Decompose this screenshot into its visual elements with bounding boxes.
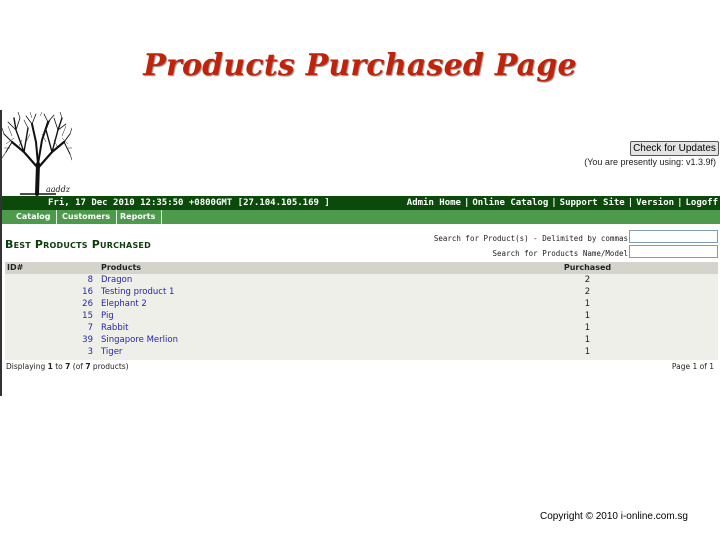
check-for-updates-button[interactable]: Check for Updates [630, 141, 719, 156]
row-id: 3 [87, 347, 93, 357]
search-name-model-input[interactable] [629, 245, 718, 258]
row-id: 15 [82, 311, 93, 321]
support-site-link[interactable]: Support Site [560, 198, 625, 208]
admin-screenshot: aaddz Check for Updates (You are present… [0, 110, 720, 396]
link-separator: | [627, 198, 634, 208]
admin-nav-bar: Catalog Customers Reports [2, 210, 720, 224]
table-row: 16 Testing product 1 2 [5, 286, 718, 298]
purchased-count: 1 [584, 347, 591, 357]
table-row: 15 Pig 1 [5, 310, 718, 322]
search-products-input[interactable] [629, 230, 718, 243]
admin-header-bar: Fri, 17 Dec 2010 12:35:50 +0800GMT [27.1… [2, 196, 720, 210]
search-name-model-label: Search for Products Name/Model [492, 249, 628, 258]
purchased-count: 1 [584, 311, 591, 321]
product-link[interactable]: Singapore Merlion [101, 334, 178, 346]
purchased-count: 1 [584, 323, 591, 333]
copyright-notice: Copyright © 2010 i-online.com.sg [540, 511, 688, 522]
admin-home-link[interactable]: Admin Home [407, 198, 461, 208]
display-count-prefix: Displaying [6, 362, 48, 371]
display-count-of-word: (of [70, 362, 86, 371]
row-id: 16 [82, 287, 93, 297]
display-count: Displaying 1 to 7 (of 7 products) [6, 362, 129, 371]
tab-customers[interactable]: Customers [56, 210, 118, 224]
display-count-to-word: to [52, 362, 66, 371]
product-link[interactable]: Tiger [101, 346, 122, 358]
slide-title: Products Purchased Page [143, 48, 577, 83]
purchased-count: 1 [584, 335, 591, 345]
link-separator: | [463, 198, 470, 208]
purchased-count: 2 [584, 287, 591, 297]
version-link[interactable]: Version [636, 198, 674, 208]
row-id: 26 [82, 299, 93, 309]
table-row: 7 Rabbit 1 [5, 322, 718, 334]
table-row: 26 Elephant 2 1 [5, 298, 718, 310]
column-header-purchased: Purchased [563, 263, 612, 272]
link-separator: | [677, 198, 683, 208]
product-link[interactable]: Testing product 1 [101, 286, 174, 298]
display-count-suffix: products) [90, 362, 129, 371]
table-row: 39 Singapore Merlion 1 [5, 334, 718, 346]
tab-catalog[interactable]: Catalog [10, 210, 58, 224]
table-header: ID# Products Purchased [5, 262, 718, 274]
search-products-label: Search for Product(s) - Delimited by com… [433, 234, 628, 243]
page-info: Page 1 of 1 [671, 362, 714, 371]
tab-reports[interactable]: Reports [114, 210, 163, 224]
version-note: (You are presently using: v1.3.9f) [584, 157, 716, 167]
logo-text: aaddz [46, 185, 71, 194]
link-separator: | [551, 198, 557, 208]
product-link[interactable]: Rabbit [101, 322, 128, 334]
column-header-id: ID# [7, 263, 24, 272]
product-link[interactable]: Pig [101, 310, 114, 322]
logoff-link[interactable]: Logoff [685, 198, 718, 208]
purchased-count: 1 [584, 299, 591, 309]
column-header-products: Products [101, 263, 142, 272]
products-table: 8 Dragon 2 16 Testing product 1 2 26 Ele… [5, 274, 718, 360]
section-title: Best Products Purchased [5, 238, 151, 251]
tree-logo-icon: aaddz [2, 112, 72, 196]
row-id: 8 [87, 275, 93, 285]
table-row: 8 Dragon 2 [5, 274, 718, 286]
product-link[interactable]: Elephant 2 [101, 298, 147, 310]
table-row: 3 Tiger 1 [5, 346, 718, 358]
row-id: 39 [82, 335, 93, 345]
admin-links: Admin Home | Online Catalog | Support Site | V… [407, 196, 718, 210]
online-catalog-link[interactable]: Online Catalog [472, 198, 548, 208]
row-id: 7 [87, 323, 93, 333]
server-datetime: Fri, 17 Dec 2010 12:35:50 +0800GMT [27.1… [48, 198, 330, 208]
product-link[interactable]: Dragon [101, 274, 132, 286]
purchased-count: 2 [584, 275, 591, 285]
